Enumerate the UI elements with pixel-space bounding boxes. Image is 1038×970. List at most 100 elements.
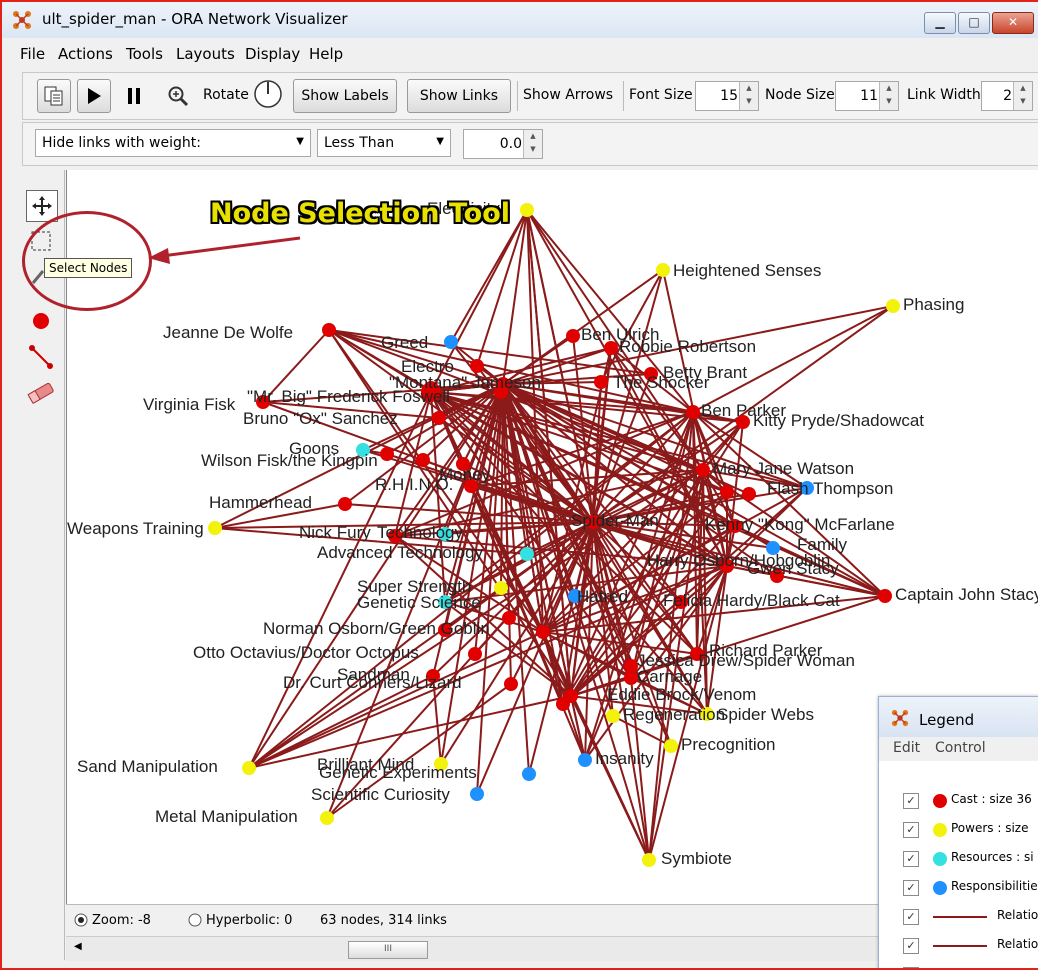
legend-row[interactable]: ✓ Responsibilitie [903,878,1038,898]
legend-menu-control[interactable]: Control [935,740,986,756]
network-node-cast[interactable] [380,447,394,461]
minimize-button[interactable]: ▁ [924,12,956,34]
close-button[interactable]: ✕ [992,12,1034,34]
network-node-powers[interactable] [320,811,334,825]
zoom-radio[interactable] [74,913,88,927]
hyperbolic-radio[interactable] [188,913,202,927]
network-node-responsibilities[interactable] [578,753,592,767]
legend-node-swatch [933,881,947,895]
spinner-arrows-icon[interactable]: ▲ ▼ [1013,82,1032,110]
network-node-cast[interactable] [624,659,638,673]
network-node-cast[interactable] [502,611,516,625]
hide-links-dropdown[interactable]: Hide links with weight: ▼ [35,129,311,157]
rotate-dial-icon[interactable] [253,79,283,109]
legend-checkbox[interactable]: ✓ [903,938,919,954]
threshold-spinner[interactable]: 0.0 ▲ ▼ [463,129,543,159]
pause-button[interactable] [117,79,151,113]
legend-label: Resources : si [951,850,1034,864]
legend-menu-edit[interactable]: Edit [893,740,920,756]
menu-display[interactable]: Display [245,45,300,63]
network-node-powers[interactable] [494,581,508,595]
network-node-cast[interactable] [468,647,482,661]
network-link[interactable] [248,383,504,769]
network-node-cast[interactable] [556,697,570,711]
network-node-powers[interactable] [520,203,534,217]
menu-help[interactable]: Help [309,45,343,63]
network-node-cast[interactable] [878,589,892,603]
network-link[interactable] [692,305,894,413]
copy-image-button[interactable] [37,79,71,113]
node-label: Captain John Stacy [895,585,1038,604]
network-node-cast[interactable] [686,405,700,419]
network-node-powers[interactable] [208,521,222,535]
maximize-button[interactable]: □ [958,12,990,34]
annotation-arrow [148,236,301,264]
legend-checkbox[interactable]: ✓ [903,793,919,809]
network-node-powers[interactable] [606,709,620,723]
network-node-cast[interactable] [742,487,756,501]
add-node-tool-button[interactable] [26,306,56,336]
network-node-resources[interactable] [520,547,534,561]
eraser-tool-button[interactable] [26,378,56,408]
network-node-powers[interactable] [656,263,670,277]
network-node-powers[interactable] [242,761,256,775]
menu-tools[interactable]: Tools [126,45,163,63]
menu-layouts[interactable]: Layouts [176,45,235,63]
network-node-cast[interactable] [416,453,430,467]
comparator-dropdown[interactable]: Less Than ▼ [317,129,451,157]
legend-checkbox[interactable]: ✓ [903,909,919,925]
legend-row[interactable]: ✓ Cast : size 36 [903,791,1038,811]
network-link[interactable] [476,209,528,367]
show-links-button[interactable]: Show Links [407,79,511,113]
spinner-arrows-icon[interactable]: ▲ ▼ [739,82,758,110]
eraser-icon [27,382,54,404]
network-link[interactable] [450,209,528,343]
network-node-cast[interactable] [624,671,638,685]
network-node-cast[interactable] [322,323,336,337]
zoom-button[interactable] [163,81,193,111]
network-node-cast[interactable] [504,677,518,691]
legend-checkbox[interactable]: ✓ [903,851,919,867]
link-width-value: 2 [1003,88,1012,104]
spinner-arrows-icon[interactable]: ▲ ▼ [879,82,898,110]
network-node-powers[interactable] [664,739,678,753]
network-node-responsibilities[interactable] [444,335,458,349]
node-label: Symbiote [661,849,732,868]
legend-row[interactable]: ✓ Powers : size [903,820,1038,840]
scroll-thumb[interactable]: III [348,941,428,959]
play-button[interactable] [77,79,111,113]
network-node-cast[interactable] [432,411,446,425]
legend-row[interactable]: ✓ Relatio [903,907,1038,927]
legend-row[interactable]: ✓ Resources : si [903,849,1038,869]
scroll-left-icon[interactable]: ◀ [74,941,82,952]
network-node-responsibilities[interactable] [522,767,536,781]
legend-checkbox[interactable]: ✓ [903,822,919,838]
add-link-tool-button[interactable] [26,342,56,372]
legend-node-swatch [933,823,947,837]
node-label: Genetic Science [357,593,481,612]
menu-file[interactable]: File [20,45,45,63]
network-node-cast[interactable] [536,625,550,639]
network-link[interactable] [502,209,528,385]
legend-row[interactable]: ✓ Relatio [903,936,1038,956]
network-node-powers[interactable] [642,853,656,867]
network-node-cast[interactable] [566,329,580,343]
menu-actions[interactable]: Actions [58,45,113,63]
network-node-powers[interactable] [886,299,900,313]
node-size-spinner[interactable]: 11 ▲ ▼ [835,81,899,111]
font-size-spinner[interactable]: 15 ▲ ▼ [695,81,759,111]
network-node-cast[interactable] [594,375,608,389]
network-node-responsibilities[interactable] [470,787,484,801]
network-node-cast[interactable] [720,485,734,499]
node-label: Kenny "Kong" McFarlane [705,515,895,534]
link-width-spinner[interactable]: 2 ▲ ▼ [981,81,1033,111]
font-size-label: Font Size [629,87,693,103]
legend-checkbox[interactable]: ✓ [903,880,919,896]
horizontal-scrollbar[interactable]: ◀ III [66,936,878,961]
network-node-cast[interactable] [696,463,710,477]
show-arrows-button[interactable]: Show Arrows [523,87,613,103]
show-labels-button[interactable]: Show Labels [293,79,397,113]
spinner-arrows-icon[interactable]: ▲ ▼ [523,130,542,158]
network-node-cast[interactable] [338,497,352,511]
network-node-cast[interactable] [470,359,484,373]
